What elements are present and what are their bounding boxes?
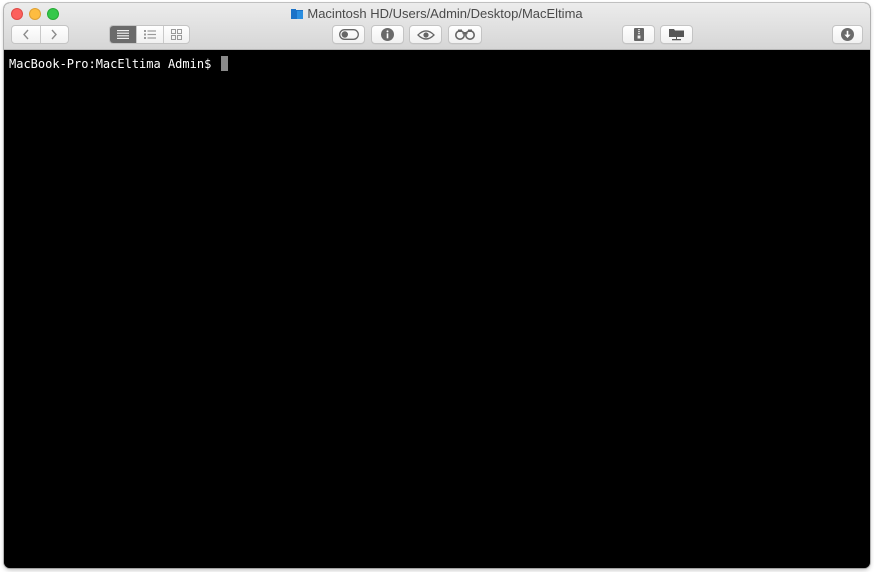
detail-view-button[interactable] <box>136 26 162 43</box>
search-button[interactable] <box>448 25 482 44</box>
folder-icon <box>291 9 304 19</box>
detail-view-icon <box>143 30 156 39</box>
terminal-icon <box>669 28 684 41</box>
list-view-button[interactable] <box>110 26 137 43</box>
archive-icon <box>633 28 644 41</box>
eye-icon <box>416 29 435 40</box>
download-button[interactable] <box>832 25 863 44</box>
navigation-buttons <box>11 25 69 44</box>
list-view-icon <box>117 30 130 39</box>
back-button[interactable] <box>12 26 40 43</box>
chevron-right-icon <box>50 29 58 40</box>
download-icon <box>841 28 854 41</box>
terminal-view[interactable]: MacBook-Pro:MacEltima Admin$ <box>4 50 870 568</box>
toggle-icon <box>338 29 359 40</box>
info-icon <box>381 28 394 41</box>
view-mode-selector <box>109 25 190 44</box>
title-bar: Macintosh HD/Users/Admin/Desktop/MacElti… <box>4 3 870 50</box>
window-title: Macintosh HD/Users/Admin/Desktop/MacElti… <box>4 6 870 22</box>
terminal-cursor <box>220 56 228 71</box>
grid-view-icon <box>170 29 182 40</box>
window-title-text: Macintosh HD/Users/Admin/Desktop/MacElti… <box>307 6 583 21</box>
info-button[interactable] <box>371 25 404 44</box>
chevron-left-icon <box>22 29 30 40</box>
terminal-prompt: MacBook-Pro:MacEltima Admin$ <box>9 57 219 71</box>
archive-button[interactable] <box>622 25 655 44</box>
grid-view-button[interactable] <box>162 26 189 43</box>
quick-look-button[interactable] <box>409 25 442 44</box>
binoculars-icon <box>455 29 475 40</box>
finder-window: Macintosh HD/Users/Admin/Desktop/MacElti… <box>4 3 870 568</box>
terminal-button[interactable] <box>660 25 693 44</box>
forward-button[interactable] <box>39 26 68 43</box>
toggle-button[interactable] <box>332 25 365 44</box>
